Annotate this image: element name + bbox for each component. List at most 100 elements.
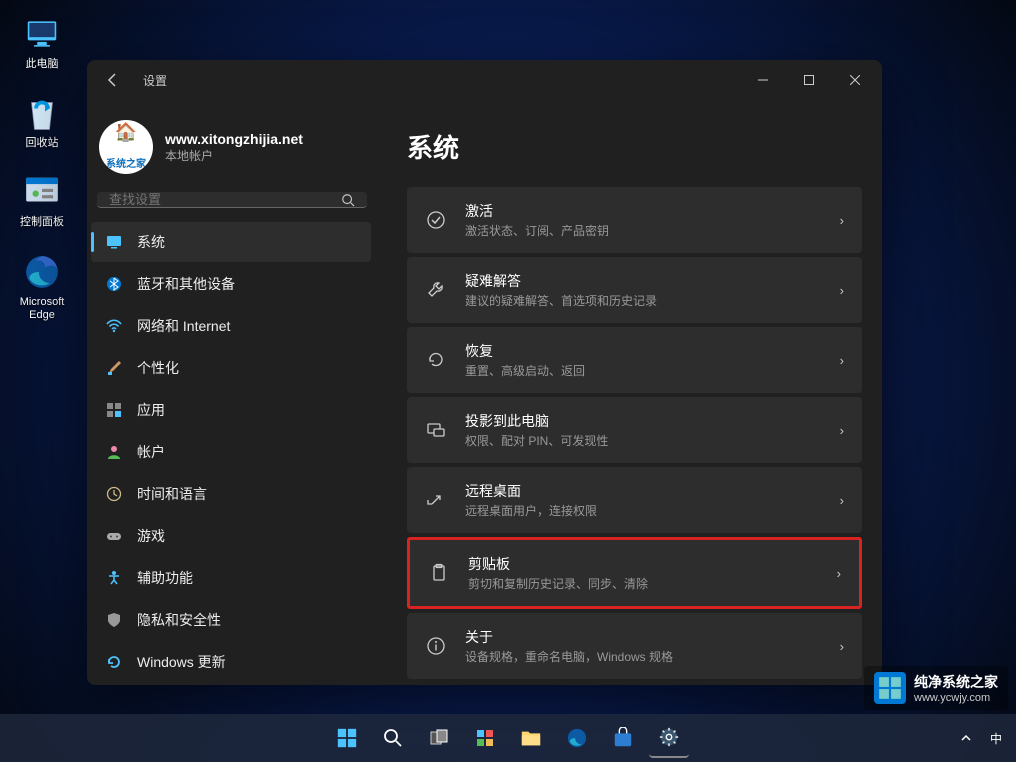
settings-list: 激活激活状态、订阅、产品密钥› 疑难解答建议的疑难解答、首选项和历史记录› 恢复… [407, 187, 862, 679]
card-text: 关于设备规格，重命名电脑，Windows 规格 [465, 627, 822, 665]
desktop-icon-label: 回收站 [26, 137, 59, 150]
user-name: www.xitongzhijia.net [165, 131, 303, 147]
card-troubleshoot[interactable]: 疑难解答建议的疑难解答、首选项和历史记录› [407, 257, 862, 323]
user-sub: 本地帐户 [165, 147, 303, 164]
user-text: www.xitongzhijia.net 本地帐户 [165, 131, 303, 164]
info-icon [425, 635, 447, 657]
card-activation[interactable]: 激活激活状态、订阅、产品密钥› [407, 187, 862, 253]
nav-label: 应用 [137, 400, 165, 420]
nav-apps[interactable]: 应用 [91, 390, 371, 430]
taskbar-taskview[interactable] [419, 718, 459, 758]
nav-label: 隐私和安全性 [137, 610, 221, 630]
minimize-button[interactable] [740, 62, 786, 98]
card-projecting[interactable]: 投影到此电脑权限、配对 PIN、可发现性› [407, 397, 862, 463]
chevron-right-icon: › [840, 213, 844, 228]
start-button[interactable] [327, 718, 367, 758]
page-title: 系统 [407, 128, 862, 165]
card-title: 远程桌面 [465, 481, 822, 501]
avatar-icon: 🏠 [99, 122, 153, 143]
nav-label: 系统 [137, 232, 165, 252]
nav-label: 帐户 [137, 442, 165, 462]
control-panel-icon [22, 172, 62, 212]
desktop-icons: 此电脑 回收站 控制面板 Microsoft Edge [8, 10, 76, 326]
taskbar-edge[interactable] [557, 718, 597, 758]
project-icon [425, 419, 447, 441]
avatar: 🏠 系统之家 [99, 120, 153, 174]
card-subtitle: 重置、高级启动、返回 [465, 362, 822, 379]
taskbar-tray: 中 [956, 726, 1006, 751]
card-subtitle: 设备规格，重命名电脑，Windows 规格 [465, 648, 822, 665]
brush-icon [105, 359, 123, 377]
search-box[interactable] [97, 192, 367, 208]
nav-label: Windows 更新 [137, 652, 226, 672]
app-title: 设置 [143, 72, 167, 89]
watermark: 纯净系统之家 www.ycwjy.com [864, 666, 1008, 710]
card-text: 恢复重置、高级启动、返回 [465, 341, 822, 379]
taskbar-search[interactable] [373, 718, 413, 758]
nav-system[interactable]: 系统 [91, 222, 371, 262]
shield-icon [105, 611, 123, 629]
chevron-right-icon: › [840, 423, 844, 438]
accessibility-icon [105, 569, 123, 587]
nav-bluetooth[interactable]: 蓝牙和其他设备 [91, 264, 371, 304]
apps-icon [105, 401, 123, 419]
wifi-icon [105, 317, 123, 335]
card-subtitle: 远程桌面用户，连接权限 [465, 502, 822, 519]
desktop-icon-edge[interactable]: Microsoft Edge [8, 248, 76, 326]
nav-accessibility[interactable]: 辅助功能 [91, 558, 371, 598]
card-clipboard[interactable]: 剪贴板剪切和复制历史记录、同步、清除› [407, 537, 862, 609]
taskbar-widgets[interactable] [465, 718, 505, 758]
person-icon [105, 443, 123, 461]
nav-network[interactable]: 网络和 Internet [91, 306, 371, 346]
user-block[interactable]: 🏠 系统之家 www.xitongzhijia.net 本地帐户 [91, 120, 373, 192]
settings-window: 设置 🏠 系统之家 www.xitongzhijia.net 本地帐户 [87, 60, 882, 685]
watermark-icon [874, 672, 906, 704]
chevron-right-icon: › [840, 493, 844, 508]
nav-accounts[interactable]: 帐户 [91, 432, 371, 472]
close-button[interactable] [832, 62, 878, 98]
back-button[interactable] [95, 62, 131, 98]
recovery-icon [425, 349, 447, 371]
card-about[interactable]: 关于设备规格，重命名电脑，Windows 规格 › [407, 613, 862, 679]
desktop-icon-this-pc[interactable]: 此电脑 [8, 10, 76, 75]
card-title: 剪贴板 [468, 554, 819, 574]
wrench-icon [425, 279, 447, 301]
check-icon [425, 209, 447, 231]
nav-label: 网络和 Internet [137, 316, 230, 336]
nav-time-language[interactable]: 时间和语言 [91, 474, 371, 514]
nav-label: 个性化 [137, 358, 179, 378]
nav-label: 时间和语言 [137, 484, 207, 504]
nav-label: 游戏 [137, 526, 165, 546]
taskbar-settings[interactable] [649, 718, 689, 758]
card-remote-desktop[interactable]: 远程桌面远程桌面用户，连接权限 › [407, 467, 862, 533]
edge-icon [22, 252, 62, 292]
taskbar-store[interactable] [603, 718, 643, 758]
clock-icon [105, 485, 123, 503]
desktop-icon-label: 控制面板 [20, 216, 64, 229]
card-recovery[interactable]: 恢复重置、高级启动、返回 › [407, 327, 862, 393]
search-icon [341, 193, 355, 207]
taskbar-explorer[interactable] [511, 718, 551, 758]
nav-personalization[interactable]: 个性化 [91, 348, 371, 388]
bluetooth-icon [105, 275, 123, 293]
nav-update[interactable]: Windows 更新 [91, 642, 371, 682]
watermark-text: 纯净系统之家 www.ycwjy.com [914, 672, 998, 704]
tray-chevron-icon[interactable] [956, 728, 976, 748]
maximize-button[interactable] [786, 62, 832, 98]
window-controls [740, 62, 878, 98]
monitor-icon [22, 14, 62, 54]
card-title: 关于 [465, 627, 822, 647]
desktop-icon-control-panel[interactable]: 控制面板 [8, 168, 76, 233]
watermark-url: www.ycwjy.com [914, 692, 998, 704]
nav-gaming[interactable]: 游戏 [91, 516, 371, 556]
chevron-right-icon: › [840, 353, 844, 368]
tray-ime[interactable]: 中 [986, 726, 1006, 751]
window-body: 🏠 系统之家 www.xitongzhijia.net 本地帐户 系统 蓝牙和其… [87, 100, 882, 685]
card-subtitle: 权限、配对 PIN、可发现性 [465, 432, 822, 449]
desktop-icon-recycle-bin[interactable]: 回收站 [8, 89, 76, 154]
search-input[interactable] [109, 192, 341, 207]
nav-privacy[interactable]: 隐私和安全性 [91, 600, 371, 640]
card-text: 剪贴板剪切和复制历史记录、同步、清除 [468, 554, 819, 592]
recycle-icon [22, 93, 62, 133]
chevron-right-icon: › [840, 639, 844, 654]
